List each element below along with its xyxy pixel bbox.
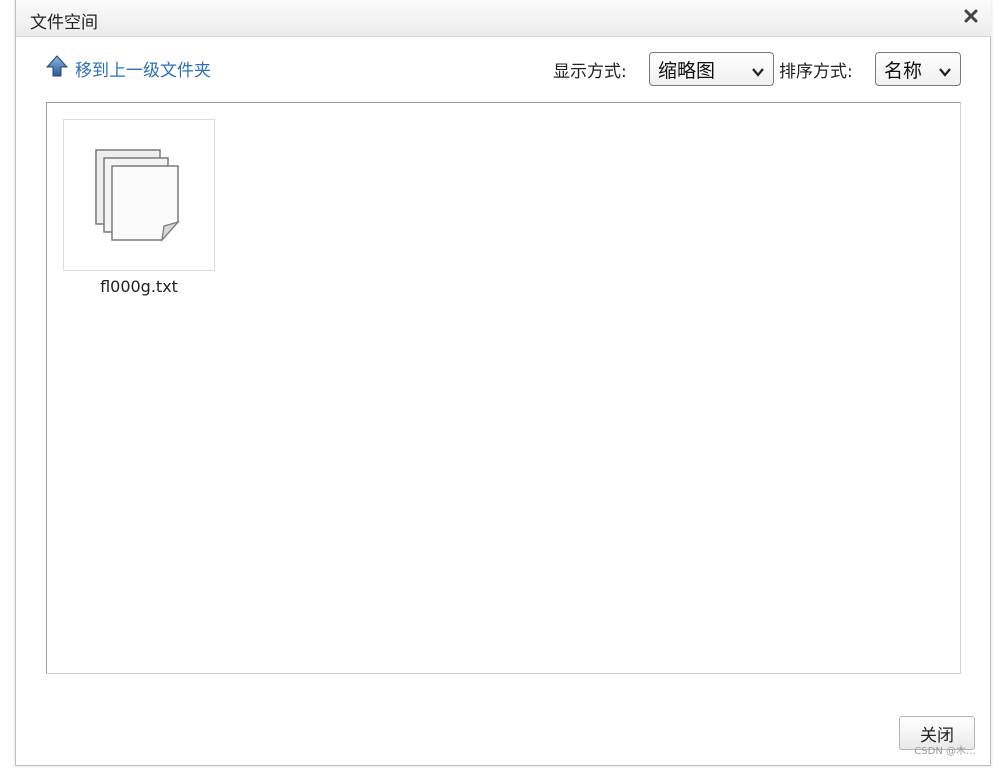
arrow-up-icon [45,54,75,83]
file-list-area: fl000g.txt [46,102,961,674]
display-mode-select[interactable]: 缩略图 [649,52,774,86]
close-icon[interactable] [963,8,979,24]
watermark: CSDN @木… [914,746,976,757]
chevron-down-icon [938,62,952,84]
display-mode-label: 显示方式: [553,62,627,82]
dialog-titlebar: 文件空间 [16,0,991,37]
file-space-dialog: 文件空间 移到上一级文件夹 显示方式: 缩略图 排序方式: 名称 fl000g.… [15,0,991,766]
dialog-title: 文件空间 [30,13,98,33]
sort-select[interactable]: 名称 [875,52,961,86]
file-thumbnail [63,119,215,271]
toolbar: 移到上一级文件夹 显示方式: 缩略图 排序方式: 名称 [45,52,976,88]
sort-value: 名称 [884,59,923,82]
chevron-down-icon [751,62,765,84]
file-name: fl000g.txt [100,277,178,296]
move-up-folder-label: 移到上一级文件夹 [75,60,211,81]
display-mode-value: 缩略图 [658,59,716,82]
file-item[interactable]: fl000g.txt [63,119,215,296]
sort-label: 排序方式: [779,62,853,82]
move-up-folder-link[interactable]: 移到上一级文件夹 [45,52,211,84]
